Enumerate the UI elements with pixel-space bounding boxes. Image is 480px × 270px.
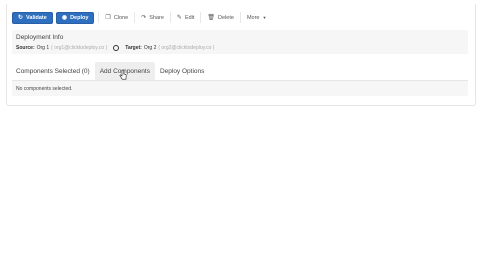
refresh-icon: ↻ [18,14,24,21]
deployment-orgs-row: Source: Org 1 ( org1@clicktodeploy.co ) … [16,45,214,51]
validate-button-label: Validate [26,14,47,21]
caret-down-icon: ▼ [262,14,267,20]
target-org-user: ( org2@clicktodeploy.co ) [158,45,215,51]
tab-deploy-options[interactable]: Deploy Options [155,62,209,80]
source-org: Org 1 [36,45,50,51]
toolbar-divider [239,12,241,23]
clone-button[interactable]: ❐ Clone [100,12,133,24]
delete-button[interactable]: 🗑 Delete [202,12,239,24]
deployment-info-panel: Deployment Info Source: Org 1 ( org1@cli… [12,30,468,54]
cursor-icon [119,70,127,80]
toolbar-divider [98,12,100,23]
source-org-user: ( org1@clicktodeploy.co ) [51,45,108,51]
clone-icon: ❐ [105,14,111,21]
edit-button[interactable]: ✎ Edit [172,12,200,24]
deploy-direction-icon [113,45,120,51]
components-panel: No components selected. [12,81,468,96]
components-tabs: Components Selected (0) Add Components D… [12,62,468,81]
share-icon: ↷ [141,14,147,21]
deploy-button-label: Deploy [70,14,89,21]
empty-components-message: No components selected. [16,86,73,92]
share-button-label: Share [149,14,164,21]
validate-button[interactable]: ↻ Validate [12,11,53,24]
edit-button-label: Edit [184,14,195,21]
more-dropdown[interactable]: More ▼ [242,12,272,24]
deploy-button[interactable]: ◉ Deploy [55,11,95,24]
delete-button-label: Delete [218,14,234,21]
toolbar-divider [134,12,136,23]
source-label: Source: [16,45,35,51]
share-button[interactable]: ↷ Share [136,12,169,24]
edit-icon: ✎ [176,14,182,21]
deployment-info-title: Deployment Info [16,34,64,41]
more-dropdown-label: More [246,14,260,21]
toolbar-divider [200,12,202,23]
trash-icon: 🗑 [207,14,216,21]
deploy-icon: ◉ [61,14,68,21]
target-org: Org 2 [143,45,157,51]
toolbar-divider [169,12,171,23]
target-label: Target: [125,45,142,51]
tab-components-selected[interactable]: Components Selected (0) [12,62,95,80]
clone-button-label: Clone [113,14,129,21]
action-toolbar: ↻ Validate ◉ Deploy ❐ Clone ↷ Share ✎ Ed… [12,11,271,24]
